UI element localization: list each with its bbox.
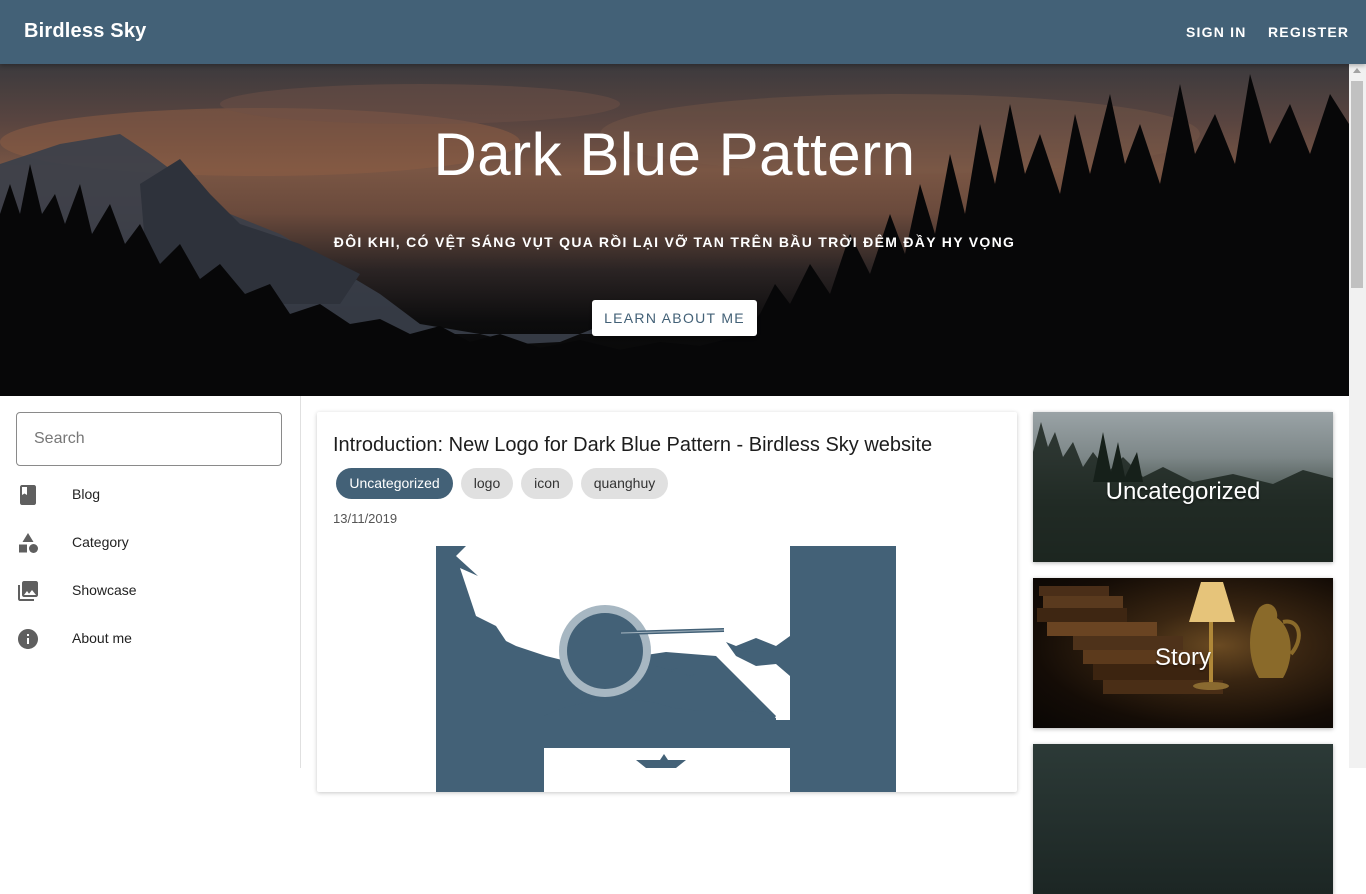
category-card-third[interactable] — [1033, 744, 1333, 894]
post-card: Introduction: New Logo for Dark Blue Pat… — [317, 412, 1017, 792]
category-card-uncategorized[interactable]: Uncategorized — [1033, 412, 1333, 562]
photo-library-icon — [18, 581, 38, 601]
tag-chip[interactable]: quanghuy — [581, 468, 668, 499]
post-title[interactable]: Introduction: New Logo for Dark Blue Pat… — [333, 434, 932, 457]
post-featured-image[interactable] — [436, 546, 896, 792]
hero-title: Dark Blue Pattern — [433, 121, 916, 188]
hero-banner: Dark Blue Pattern ĐÔI KHI, CÓ VỆT SÁNG V… — [0, 64, 1349, 396]
tag-chip[interactable]: icon — [521, 468, 573, 499]
book-icon — [20, 485, 36, 505]
sidebar-item-showcase[interactable]: Showcase — [0, 567, 300, 615]
shapes-icon — [19, 533, 38, 553]
hero-subtitle: ĐÔI KHI, CÓ VỆT SÁNG VỤT QUA RỒI LẠI VỠ … — [333, 234, 1016, 250]
search-input[interactable] — [32, 429, 266, 449]
page-scrollbar[interactable] — [1349, 64, 1366, 768]
info-icon — [18, 629, 38, 649]
category-card-label: Uncategorized — [1105, 478, 1261, 505]
sidebar-item-about[interactable]: About me — [0, 615, 300, 663]
sidebar: Blog Category Showcase About me — [0, 396, 301, 768]
scroll-up-arrow-icon[interactable] — [1353, 68, 1361, 73]
post-date: 13/11/2019 — [333, 511, 398, 526]
sidebar-item-label: Blog — [72, 486, 101, 502]
hero-background-image — [0, 74, 1349, 396]
category-card-label: Story — [1154, 644, 1211, 671]
tag-chip[interactable]: logo — [461, 468, 513, 499]
tag-chip[interactable]: Uncategorized — [336, 468, 453, 499]
app-bar: Birdless Sky SIGN IN REGISTER — [0, 0, 1366, 64]
sidebar-item-label: Category — [72, 534, 129, 550]
sidebar-item-blog[interactable]: Blog — [0, 471, 300, 519]
site-brand[interactable]: Birdless Sky — [24, 20, 146, 43]
sidebar-item-label: Showcase — [72, 582, 137, 598]
search-field[interactable] — [16, 412, 282, 466]
category-card-story[interactable]: Story — [1033, 578, 1333, 728]
sign-in-button[interactable]: SIGN IN — [1186, 24, 1247, 40]
register-button[interactable]: REGISTER — [1268, 24, 1349, 40]
scrollbar-thumb[interactable] — [1351, 81, 1363, 288]
learn-about-me-button[interactable]: LEARN ABOUT ME — [592, 300, 757, 336]
sidebar-item-label: About me — [72, 630, 132, 646]
sidebar-item-category[interactable]: Category — [0, 519, 300, 567]
